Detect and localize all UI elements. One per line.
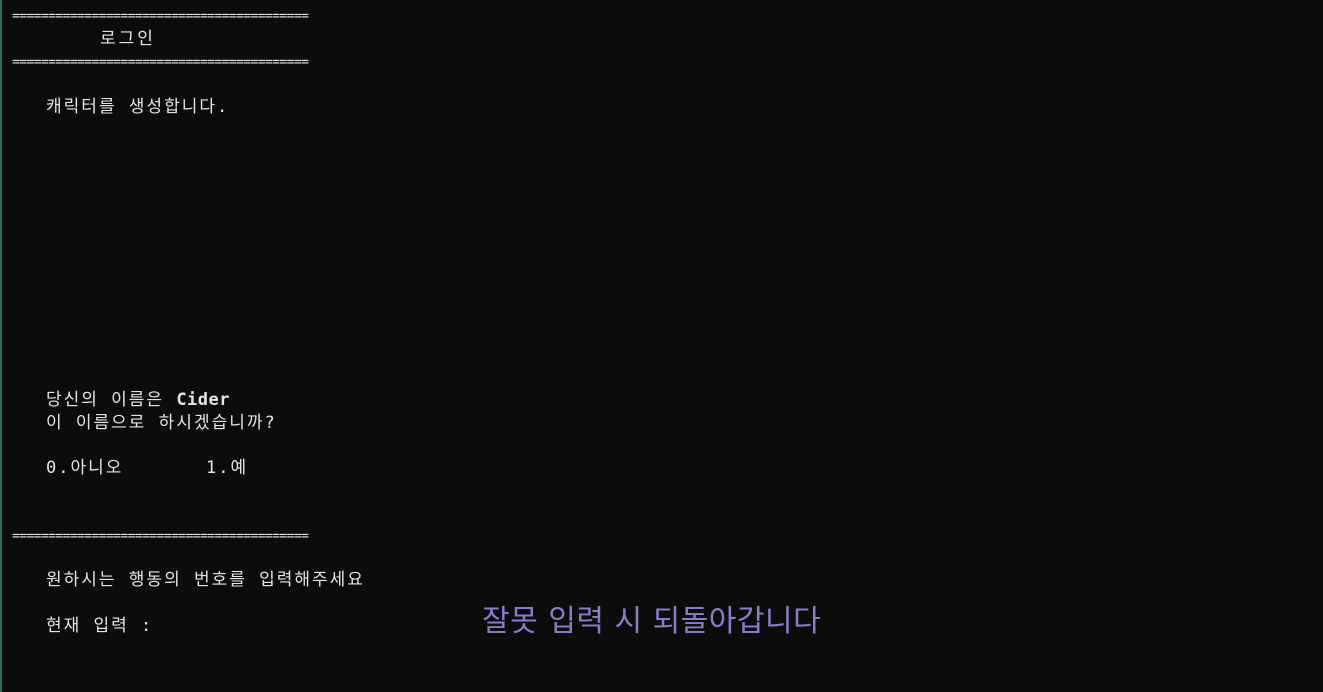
option-no[interactable]: 0.아니오 bbox=[46, 457, 123, 479]
create-character-message: 캐릭터를 생성합니다. bbox=[46, 97, 230, 117]
action-prompt: 원하시는 행동의 번호를 입력해주세요 bbox=[46, 570, 365, 590]
top-rule: ========================================… bbox=[12, 9, 309, 24]
name-prefix: 당신의 이름은 bbox=[46, 390, 177, 410]
current-input-label: 현재 입력 : bbox=[46, 616, 154, 636]
bottom-rule: ========================================… bbox=[12, 529, 309, 544]
annotation-text: 잘못 입력 시 되돌아갑니다 bbox=[482, 604, 822, 639]
current-input-line[interactable]: 현재 입력 : bbox=[46, 615, 166, 637]
character-name: Cider bbox=[176, 390, 230, 410]
title-rule: ========================================… bbox=[12, 55, 309, 70]
option-yes[interactable]: 1.예 bbox=[206, 457, 248, 479]
screen-title: 로그인 bbox=[100, 29, 156, 49]
name-line: 당신의 이름은 Cider bbox=[46, 389, 230, 411]
confirm-question: 이 이름으로 하시겠습니까? bbox=[46, 413, 277, 433]
console-window: ========================================… bbox=[0, 0, 1323, 692]
